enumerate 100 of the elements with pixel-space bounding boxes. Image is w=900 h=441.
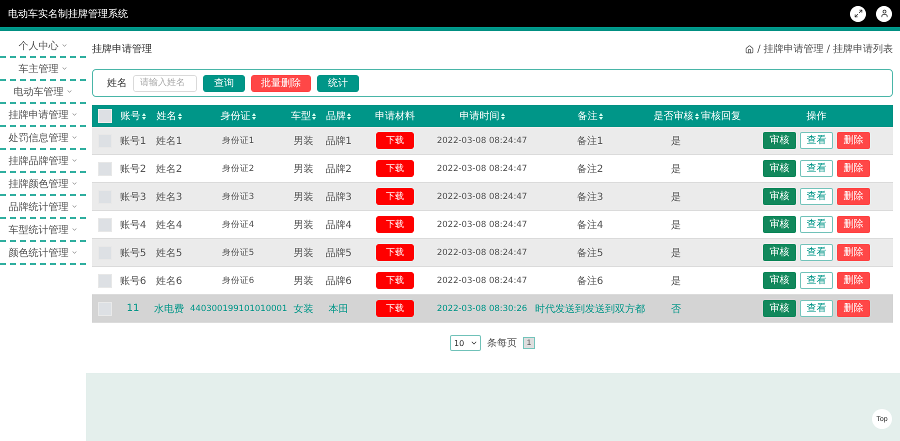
download-button[interactable]: 下载 xyxy=(376,132,414,149)
table-cell: 姓名6 xyxy=(156,276,182,286)
search-button[interactable]: 统计 xyxy=(317,74,359,92)
column-header[interactable]: 品牌 xyxy=(326,109,346,123)
view-button[interactable]: 查看 xyxy=(800,244,833,261)
view-button[interactable]: 查看 xyxy=(800,272,833,289)
table-cell: 姓名5 xyxy=(156,248,182,258)
table-cell: 身份证5 xyxy=(222,248,254,258)
column-header[interactable]: 账号 xyxy=(120,109,140,123)
caret-icon xyxy=(70,157,78,164)
table-row[interactable]: 账号3 姓名3 身份证3 男装 品牌3 下载 2022-03-08 08:24:47 备注3 是 审核 查看 删除 xyxy=(92,183,893,211)
sort-icon[interactable] xyxy=(598,112,602,120)
caret-icon xyxy=(60,65,68,72)
column-header[interactable]: 姓名 xyxy=(156,109,176,123)
batch-delete-button[interactable]: 批量删除 xyxy=(251,74,311,92)
sidebar-item[interactable]: 品牌统计管理 xyxy=(0,196,86,219)
sort-icon[interactable] xyxy=(178,112,182,120)
view-button[interactable]: 查看 xyxy=(800,160,833,177)
table-cell: 备注1 xyxy=(576,136,604,146)
review-button[interactable]: 审核 xyxy=(763,160,796,177)
table-cell: 品牌4 xyxy=(325,220,352,230)
download-button[interactable]: 下载 xyxy=(376,216,414,233)
column-header[interactable]: 车型 xyxy=(291,109,311,123)
column-header[interactable]: 是否审核 xyxy=(654,109,694,123)
caret-icon xyxy=(70,111,78,118)
download-button[interactable]: 下载 xyxy=(376,244,414,261)
breadcrumb-link[interactable]: 挂牌申请列表 xyxy=(833,42,893,56)
sidebar-item[interactable]: 个人中心 xyxy=(0,35,86,58)
sidebar-item[interactable]: 挂牌颜色管理 xyxy=(0,173,86,196)
sidebar-item[interactable]: 处罚信息管理 xyxy=(0,127,86,150)
table-cell: 姓名2 xyxy=(156,164,182,174)
delete-button[interactable]: 删除 xyxy=(837,216,870,233)
download-button[interactable]: 下载 xyxy=(376,188,414,205)
delete-button[interactable]: 删除 xyxy=(837,160,870,177)
view-button[interactable]: 查看 xyxy=(800,300,833,317)
table-cell: 是 xyxy=(671,164,681,174)
review-button[interactable]: 审核 xyxy=(763,300,796,317)
sidebar-item[interactable]: 车主管理 xyxy=(0,58,86,81)
delete-button[interactable]: 删除 xyxy=(837,244,870,261)
table-cell: 备注2 xyxy=(576,164,604,174)
table-cell: 否 xyxy=(671,304,681,314)
sidebar-item[interactable]: 电动车管理 xyxy=(0,81,86,104)
table-cell: 品牌5 xyxy=(325,248,352,258)
view-button[interactable]: 查看 xyxy=(800,216,833,233)
table-row[interactable]: 账号1 姓名1 身份证1 男装 品牌1 下载 2022-03-08 08:24:47 备注1 是 审核 查看 删除 xyxy=(92,127,893,155)
table-row[interactable]: 11 水电费 440300199101010001 女装 本田 下载 2022-03-08 08:30:26 时代发送到发送到双方都 否 审核 查看 删除 xyxy=(92,295,893,323)
review-button[interactable]: 审核 xyxy=(763,216,796,233)
table-cell: 备注6 xyxy=(576,276,604,286)
table-cell: 男装 xyxy=(294,248,314,258)
column-header[interactable]: 备注 xyxy=(578,109,598,123)
table-cell: 身份证1 xyxy=(222,136,254,146)
page-button[interactable]: 1 xyxy=(523,337,535,349)
table-cell: 身份证3 xyxy=(222,192,254,202)
download-button[interactable]: 下载 xyxy=(376,300,414,317)
table-cell: 是 xyxy=(671,276,681,286)
user-icon[interactable] xyxy=(876,6,892,22)
row-checkbox[interactable] xyxy=(98,274,112,288)
review-button[interactable]: 审核 xyxy=(763,244,796,261)
delete-button[interactable]: 删除 xyxy=(837,300,870,317)
caret-icon xyxy=(70,226,78,233)
select-all-checkbox[interactable] xyxy=(98,109,112,123)
sort-icon[interactable] xyxy=(500,112,504,120)
delete-button[interactable]: 删除 xyxy=(837,272,870,289)
delete-button[interactable]: 删除 xyxy=(837,188,870,205)
review-button[interactable]: 审核 xyxy=(763,188,796,205)
sidebar-item[interactable]: 挂牌申请管理 xyxy=(0,104,86,127)
table-cell: 男装 xyxy=(294,192,314,202)
download-button[interactable]: 下载 xyxy=(376,272,414,289)
download-button[interactable]: 下载 xyxy=(376,160,414,177)
home-icon[interactable] xyxy=(745,44,754,54)
table-cell: 账号5 xyxy=(120,248,146,258)
sort-icon[interactable] xyxy=(142,112,146,120)
column-header[interactable]: 身份证 xyxy=(220,109,250,123)
review-button[interactable]: 审核 xyxy=(763,132,796,149)
name-input-field[interactable]: 请输入姓名 xyxy=(133,74,197,92)
sort-icon[interactable] xyxy=(347,112,351,120)
view-button[interactable]: 查看 xyxy=(800,188,833,205)
sort-icon[interactable] xyxy=(312,112,316,120)
review-button[interactable]: 审核 xyxy=(763,272,796,289)
table-cell: 2022-03-08 08:24:47 xyxy=(436,220,528,230)
page-size-select[interactable]: 10 xyxy=(450,335,481,351)
table-cell: 2022-03-08 08:24:47 xyxy=(436,136,528,146)
row-checkbox[interactable] xyxy=(98,162,112,176)
table-cell: 账号6 xyxy=(120,276,146,286)
sidebar-item[interactable]: 挂牌品牌管理 xyxy=(0,150,86,173)
sidebar-item[interactable]: 车型统计管理 xyxy=(0,219,86,242)
search-button[interactable]: 查询 xyxy=(203,74,245,92)
caret-icon xyxy=(70,180,78,187)
column-header[interactable]: 申请时间 xyxy=(460,109,500,123)
view-button[interactable]: 查看 xyxy=(800,132,833,149)
delete-button[interactable]: 删除 xyxy=(837,132,870,149)
breadcrumb-link[interactable]: 挂牌申请管理 xyxy=(764,42,824,56)
sort-icon[interactable] xyxy=(694,112,698,120)
table-cell: 姓名4 xyxy=(156,220,182,230)
table-row[interactable]: 账号5 姓名5 身份证5 男装 品牌5 下载 2022-03-08 08:24:47 备注5 是 审核 查看 删除 xyxy=(92,239,893,267)
row-checkbox[interactable] xyxy=(98,218,112,232)
sidebar-item[interactable]: 颜色统计管理 xyxy=(0,242,86,265)
fullscreen-icon[interactable] xyxy=(850,6,866,22)
table-cell: 2022-03-08 08:24:47 xyxy=(436,276,528,286)
sort-icon[interactable] xyxy=(252,112,256,120)
